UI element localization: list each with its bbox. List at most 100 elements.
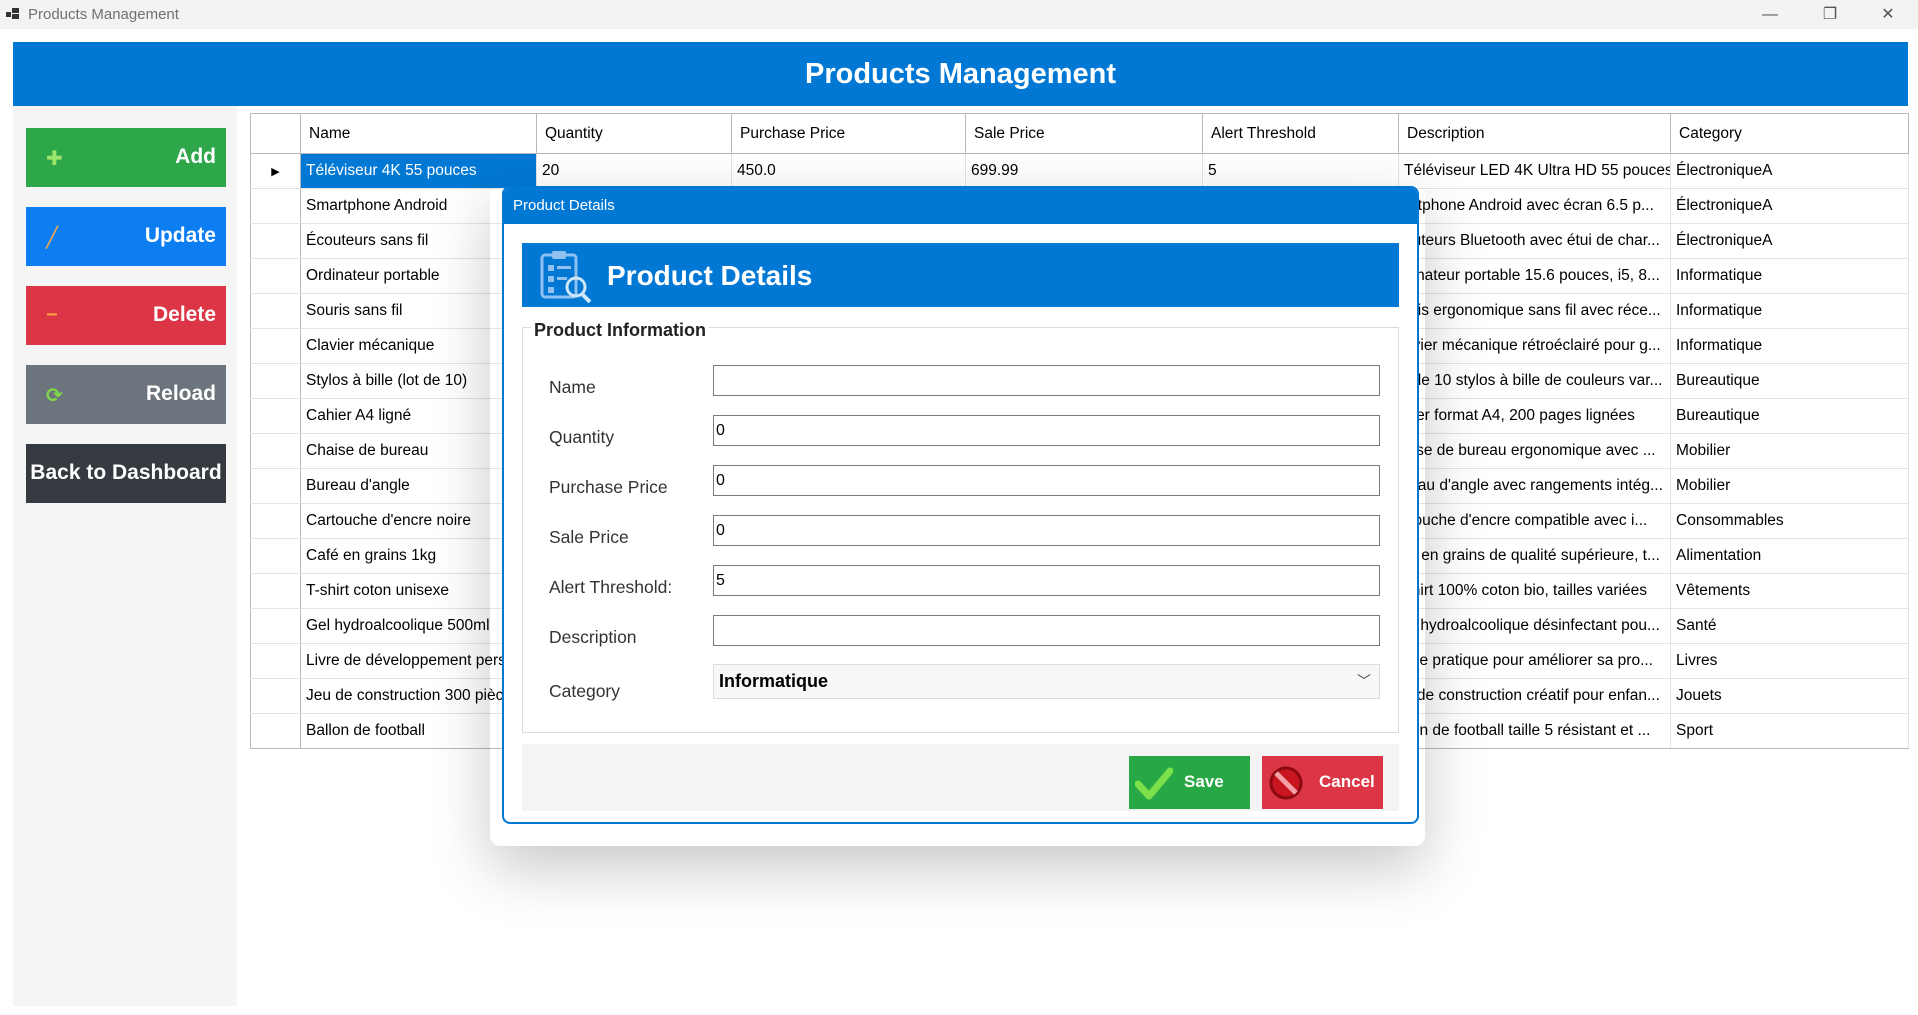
row-header[interactable] [250,363,301,399]
purchase-price-input[interactable] [713,465,1380,496]
table-cell-quantity[interactable]: 20 [536,153,732,189]
table-cell-desc[interactable]: hier format A4, 200 pages lignées [1398,398,1671,434]
column-header-category[interactable]: Category [1670,113,1909,154]
table-cell-desc[interactable]: avier mécanique rétroéclairé pour g... [1398,328,1671,364]
refresh-icon: ⟳ [46,385,63,407]
table-cell-category[interactable]: Bureautique [1670,363,1909,399]
table-cell-category[interactable]: ÉlectroniqueA [1670,153,1909,189]
table-cell-purchase[interactable]: 450.0 [731,153,966,189]
alert-threshold-label: Alert Threshold: [549,577,673,597]
product-details-icon [540,251,592,304]
row-header[interactable] [250,188,301,224]
table-cell-desc[interactable]: artphone Android avec écran 6.5 p... [1398,188,1671,224]
update-button[interactable]: ╱ Update [26,207,226,266]
description-input[interactable] [713,615,1380,646]
table-cell-desc[interactable]: u de construction créatif pour enfan... [1398,678,1671,714]
row-header[interactable] [250,713,301,749]
column-header-description[interactable]: Description [1398,113,1671,154]
reload-button[interactable]: ⟳ Reload [26,365,226,424]
row-header[interactable] [250,398,301,434]
table-header-row: Name Quantity Purchase Price Sale Price … [250,113,1909,154]
back-to-dashboard-label: Back to Dashboard [30,461,222,484]
table-cell-category[interactable]: Bureautique [1670,398,1909,434]
quantity-label: Quantity [549,427,615,447]
row-header[interactable] [250,258,301,294]
table-cell-sale[interactable]: 699.99 [965,153,1203,189]
table-cell-desc[interactable]: iide pratique pour améliorer sa pro... [1398,643,1671,679]
row-header[interactable] [250,503,301,539]
table-cell-desc[interactable]: dinateur portable 15.6 pouces, i5, 8... [1398,258,1671,294]
row-header[interactable] [250,293,301,329]
row-header[interactable] [250,573,301,609]
table-cell-desc[interactable]: fé en grains de qualité supérieure, t... [1398,538,1671,574]
table-cell-desc[interactable]: rtouche d'encre compatible avec i... [1398,503,1671,539]
reload-button-label: Reload [145,382,216,405]
column-header-purchase-price[interactable]: Purchase Price [731,113,966,154]
table-cell-desc[interactable]: Téléviseur LED 4K Ultra HD 55 pouces ... [1398,153,1671,189]
table-cell-category[interactable]: ÉlectroniqueA [1670,188,1909,224]
row-header[interactable] [250,678,301,714]
table-cell-category[interactable]: Consommables [1670,503,1909,539]
table-cell-category[interactable]: Livres [1670,643,1909,679]
save-button[interactable]: Save [1129,756,1250,809]
table-cell-desc[interactable]: llon de football taille 5 résistant et .… [1398,713,1671,749]
column-header-alert-threshold[interactable]: Alert Threshold [1202,113,1399,154]
plus-icon: ✚ [46,148,63,170]
add-button[interactable]: ✚ Add [26,128,226,187]
table-cell-desc[interactable]: el hydroalcoolique désinfectant pou... [1398,608,1671,644]
column-header-quantity[interactable]: Quantity [536,113,732,154]
restore-button[interactable]: ❐ [1802,2,1858,28]
row-header[interactable] [250,643,301,679]
pencil-icon: ╱ [46,227,59,249]
cancel-button[interactable]: Cancel [1262,756,1383,809]
table-cell-category[interactable]: Alimentation [1670,538,1909,574]
chevron-down-icon: ﹀ [1357,673,1371,689]
table-cell-category[interactable]: Mobilier [1670,433,1909,469]
table-cell-desc[interactable]: reau d'angle avec rangements intég... [1398,468,1671,504]
table-row[interactable]: ▶ Téléviseur 4K 55 pouces 20 450.0 699.99 5 Té… [250,153,1909,189]
sidebar: ✚ Add ╱ Update − Delete ⟳ Reload Back to… [13,106,237,1006]
name-label: Name [549,377,596,397]
delete-button[interactable]: − Delete [26,286,226,345]
name-input[interactable] [713,365,1380,396]
row-header[interactable] [250,608,301,644]
back-to-dashboard-button[interactable]: Back to Dashboard [26,444,226,503]
alert-threshold-input[interactable] [713,565,1380,596]
minus-icon: − [46,304,58,326]
table-cell-alert[interactable]: 5 [1202,153,1399,189]
column-header-name[interactable]: Name [300,113,537,154]
row-header[interactable] [250,468,301,504]
dialog-heading: Product Details [607,260,813,291]
current-row-indicator-icon[interactable]: ▶ [250,153,301,189]
table-cell-category[interactable]: Informatique [1670,258,1909,294]
table-cell-desc[interactable]: uris ergonomique sans fil avec réce... [1398,293,1671,329]
sale-price-input[interactable] [713,515,1380,546]
save-button-label: Save [1184,772,1224,791]
column-header-sale-price[interactable]: Sale Price [965,113,1203,154]
table-cell-desc[interactable]: aise de bureau ergonomique avec ... [1398,433,1671,469]
table-cell-category[interactable]: ÉlectroniqueA [1670,223,1909,259]
table-cell-category[interactable]: Santé [1670,608,1909,644]
table-cell-category[interactable]: Jouets [1670,678,1909,714]
table-cell-desc[interactable]: t de 10 stylos à bille de couleurs var..… [1398,363,1671,399]
window-titlebar: Products Management — ❐ ✕ [0,0,1918,29]
table-cell-category[interactable]: Vêtements [1670,573,1909,609]
row-header[interactable] [250,538,301,574]
quantity-input[interactable] [713,415,1380,446]
row-header[interactable] [250,223,301,259]
table-cell-category[interactable]: Informatique [1670,328,1909,364]
table-cell-name[interactable]: Téléviseur 4K 55 pouces [300,153,537,189]
group-title: Product Information [531,320,709,341]
window-title: Products Management [28,6,179,23]
close-button[interactable]: ✕ [1860,2,1916,28]
category-select[interactable]: Informatique ﹀ [713,664,1380,699]
table-cell-category[interactable]: Informatique [1670,293,1909,329]
table-cell-category[interactable]: Mobilier [1670,468,1909,504]
row-header[interactable] [250,433,301,469]
table-cell-desc[interactable]: outeurs Bluetooth avec étui de char... [1398,223,1671,259]
description-label: Description [549,627,637,647]
minimize-button[interactable]: — [1742,2,1798,28]
table-cell-category[interactable]: Sport [1670,713,1909,749]
table-cell-desc[interactable]: shirt 100% coton bio, tailles variées [1398,573,1671,609]
row-header[interactable] [250,328,301,364]
